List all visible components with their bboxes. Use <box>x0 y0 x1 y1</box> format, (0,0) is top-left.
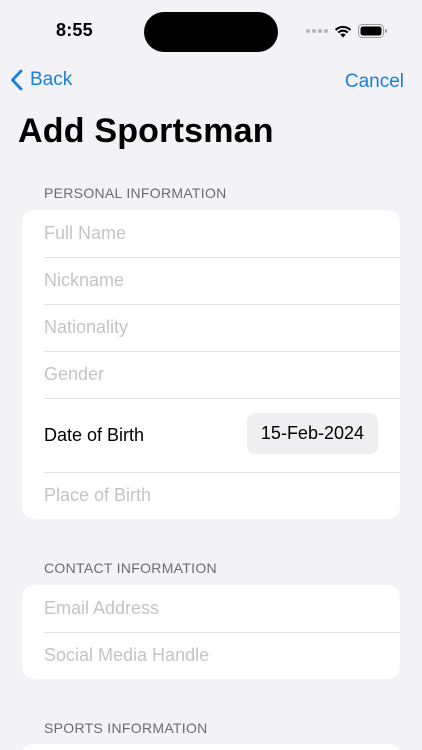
dynamic-island <box>144 12 278 52</box>
nickname-placeholder: Nickname <box>44 270 125 290</box>
back-label: Back <box>30 69 73 90</box>
social-media-field[interactable]: Social Media Handle <box>22 632 400 679</box>
date-of-birth-picker[interactable]: 15-Feb-2024 <box>246 413 378 454</box>
personal-info-group: Full Name Nickname Nationality Gender Da… <box>22 210 400 519</box>
place-of-birth-placeholder: Place of Birth <box>44 485 152 505</box>
nickname-field[interactable]: Nickname <box>22 257 400 304</box>
section-header-personal: PERSONAL INFORMATION <box>44 185 227 201</box>
cancel-button[interactable]: Cancel <box>345 71 404 93</box>
status-time: 8:55 <box>56 20 93 40</box>
section-header-sports: SPORTS INFORMATION <box>44 720 208 736</box>
signal-dots-icon <box>306 29 328 33</box>
social-media-placeholder: Social Media Handle <box>44 645 210 665</box>
nationality-field[interactable]: Nationality <box>22 304 400 351</box>
nationality-placeholder: Nationality <box>44 317 129 337</box>
section-header-contact: CONTACT INFORMATION <box>44 560 217 576</box>
gender-placeholder: Gender <box>44 364 105 384</box>
back-button[interactable]: Back <box>10 69 72 91</box>
email-field[interactable]: Email Address <box>22 585 400 632</box>
full-name-placeholder: Full Name <box>44 223 127 243</box>
wifi-icon <box>334 25 352 38</box>
place-of-birth-field[interactable]: Place of Birth <box>22 472 400 519</box>
date-of-birth-label: Date of Birth <box>44 424 145 445</box>
sports-info-group <box>22 744 400 750</box>
full-name-field[interactable]: Full Name <box>22 210 400 257</box>
status-bar: 8:55 <box>0 0 422 62</box>
email-placeholder: Email Address <box>44 598 160 618</box>
date-of-birth-row: Date of Birth 15-Feb-2024 <box>22 398 400 472</box>
gender-field[interactable]: Gender <box>22 351 400 398</box>
chevron-left-icon <box>11 69 23 91</box>
battery-icon <box>358 24 387 38</box>
contact-info-group: Email Address Social Media Handle <box>22 585 400 679</box>
page-title: Add Sportsman <box>18 112 274 150</box>
navigation-bar: Back Cancel <box>0 62 422 102</box>
status-icons <box>306 24 388 38</box>
